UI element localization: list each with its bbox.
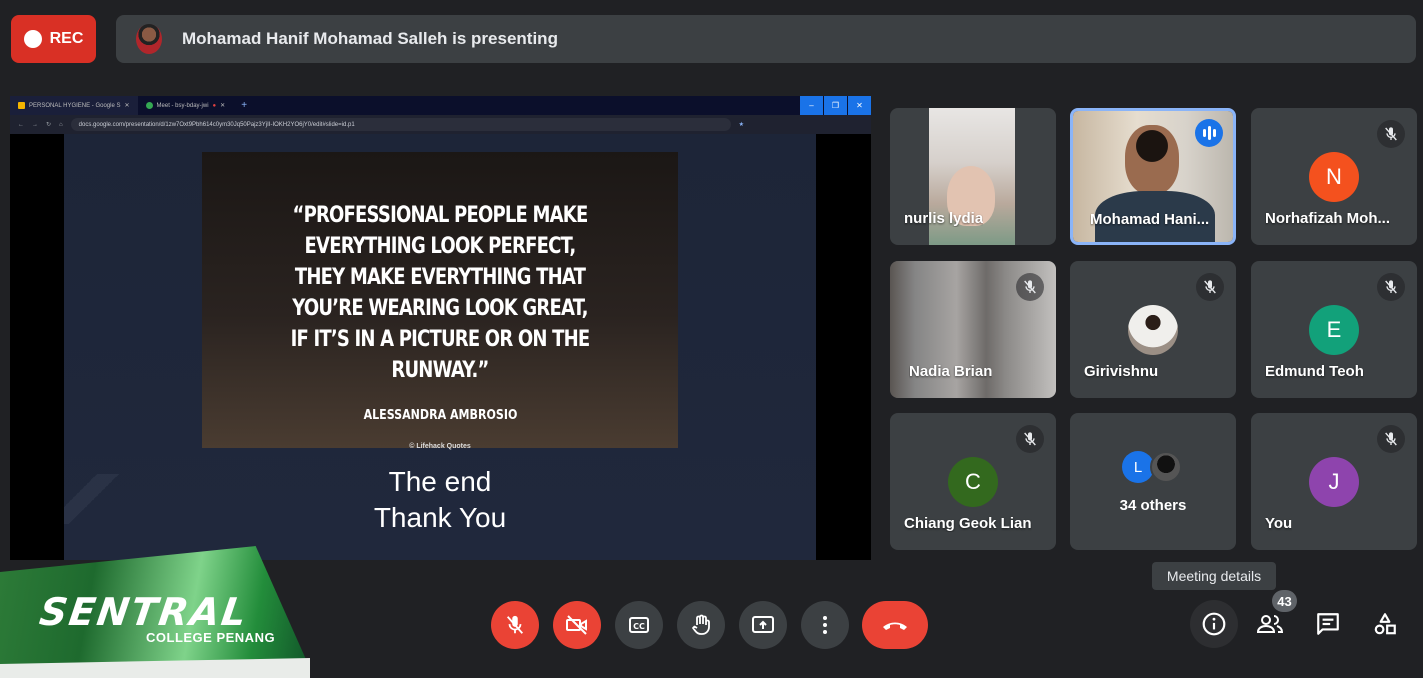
hand-icon xyxy=(692,614,710,635)
avatar: C xyxy=(948,457,998,507)
avatar: J xyxy=(1309,457,1359,507)
captions-icon: CC xyxy=(629,617,649,633)
slide-end-text: The end Thank You xyxy=(202,464,678,536)
quote-text: “PROFESSIONAL PEOPLE MAKE EVERYTHING LOO… xyxy=(290,203,591,383)
participant-name: nurlis lydia xyxy=(904,210,984,227)
info-icon xyxy=(1202,612,1226,636)
camera-toggle-button[interactable] xyxy=(553,601,601,649)
logo-sub-text: COLLEGE PENANG xyxy=(146,630,276,645)
slide-decoration xyxy=(64,474,124,524)
shared-screen[interactable]: PERSONAL HYGIENE - Google S ✕ Meet - bsy… xyxy=(10,96,871,560)
close-icon: ● xyxy=(212,102,217,109)
close-window-icon: ✕ xyxy=(847,96,871,115)
meeting-details-button[interactable] xyxy=(1190,600,1238,648)
chat-icon xyxy=(1317,613,1339,635)
present-icon xyxy=(752,616,774,633)
home-icon: ⌂ xyxy=(59,121,63,128)
raise-hand-button[interactable] xyxy=(677,601,725,649)
hang-up-icon xyxy=(883,622,907,630)
others-tile[interactable]: L 34 others xyxy=(1070,413,1236,550)
mic-off-icon xyxy=(506,615,524,634)
self-tile[interactable]: J You xyxy=(1251,413,1417,550)
mic-off-icon xyxy=(1377,120,1405,148)
star-icon: ★ xyxy=(738,122,745,128)
reload-icon: ↻ xyxy=(46,122,52,128)
activities-icon xyxy=(1374,613,1396,635)
mic-off-icon xyxy=(1196,273,1224,301)
quote-brand: © Lifehack Quotes xyxy=(409,443,471,450)
browser-tab-label: Meet - bsy-bday-jwi xyxy=(156,102,209,109)
browser-tab-strip: PERSONAL HYGIENE - Google S ✕ Meet - bsy… xyxy=(10,96,871,115)
participant-tile[interactable]: C Chiang Geok Lian xyxy=(890,413,1056,550)
more-vert-icon xyxy=(823,616,827,634)
participant-tile[interactable]: Girivishnu xyxy=(1070,261,1236,398)
browser-tab: Meet - bsy-bday-jwi ● ✕ xyxy=(138,96,234,115)
url-field: docs.google.com/presentation/d/1zw7Oxt9P… xyxy=(70,118,731,131)
avatar: E xyxy=(1309,305,1359,355)
camera-off-icon xyxy=(566,615,587,635)
close-icon: ✕ xyxy=(220,103,226,109)
others-count: 34 others xyxy=(1119,497,1187,514)
slides-icon xyxy=(18,102,25,109)
participant-name: Mohamad Hani... xyxy=(1090,211,1210,228)
leave-call-button[interactable] xyxy=(862,601,928,649)
participant-name: Chiang Geok Lian xyxy=(904,515,1032,532)
presenting-banner: Mohamad Hanif Mohamad Salleh is presenti… xyxy=(116,15,1416,63)
others-avatars: L xyxy=(1122,451,1186,483)
avatar: N xyxy=(1309,152,1359,202)
activities-button[interactable] xyxy=(1361,600,1409,648)
more-options-button[interactable] xyxy=(801,601,849,649)
mic-off-icon xyxy=(1016,425,1044,453)
forward-icon: → xyxy=(32,121,38,128)
mic-off-icon xyxy=(1377,273,1405,301)
chat-button[interactable] xyxy=(1304,600,1352,648)
restore-icon: ❐ xyxy=(823,96,847,115)
presenting-text: Mohamad Hanif Mohamad Salleh is presenti… xyxy=(182,29,558,48)
participant-tile[interactable]: Nadia Brian xyxy=(890,261,1056,398)
window-controls: – ❐ ✕ xyxy=(799,96,871,115)
participant-tile[interactable]: nurlis lydia xyxy=(890,108,1056,245)
svg-text:CC: CC xyxy=(633,622,645,631)
thank-you-line: Thank You xyxy=(373,502,507,533)
participant-tile[interactable]: E Edmund Teoh xyxy=(1251,261,1417,398)
participant-name: Edmund Teoh xyxy=(1265,363,1364,380)
new-tab-icon: + xyxy=(241,100,248,111)
participant-name: You xyxy=(1265,515,1293,532)
record-icon xyxy=(23,30,42,48)
close-icon: ✕ xyxy=(124,103,130,109)
rec-label: REC xyxy=(49,30,84,47)
participant-name: Girivishnu xyxy=(1084,363,1159,380)
back-icon: ← xyxy=(18,121,24,128)
end-line: The end xyxy=(388,466,492,497)
browser-address-bar: ← → ↻ ⌂ docs.google.com/presentation/d/1… xyxy=(10,115,871,134)
people-count-badge: 43 xyxy=(1272,590,1297,612)
browser-tab-label: PERSONAL HYGIENE - Google S xyxy=(29,102,121,109)
participant-tile[interactable]: Mohamad Hani... xyxy=(1070,108,1236,245)
college-logo: SENTRAL COLLEGE PENANG xyxy=(0,538,320,678)
avatar xyxy=(1150,451,1182,483)
meeting-details-tooltip: Meeting details xyxy=(1152,562,1276,590)
browser-tab: PERSONAL HYGIENE - Google S ✕ xyxy=(10,96,138,115)
participant-tile[interactable]: N Norhafizah Moh... xyxy=(1251,108,1417,245)
people-icon xyxy=(1256,615,1284,633)
quote-image: “PROFESSIONAL PEOPLE MAKE EVERYTHING LOO… xyxy=(202,152,678,450)
present-screen-button[interactable] xyxy=(739,601,787,649)
participant-name: Nadia Brian xyxy=(909,363,993,380)
logo-main-text: SENTRAL xyxy=(36,590,252,634)
participant-name: Norhafizah Moh... xyxy=(1265,210,1390,227)
minimize-icon: – xyxy=(799,96,823,115)
presenter-avatar xyxy=(136,24,162,54)
captions-button[interactable]: CC xyxy=(615,601,663,649)
mic-off-icon xyxy=(1377,425,1405,453)
quote-author: ALESSANDRA AMBROSIO xyxy=(363,408,517,423)
slide-canvas: “PROFESSIONAL PEOPLE MAKE EVERYTHING LOO… xyxy=(64,134,816,560)
avatar xyxy=(1128,305,1178,355)
rec-indicator[interactable]: REC xyxy=(11,15,96,63)
speaking-icon xyxy=(1195,119,1223,147)
mic-toggle-button[interactable] xyxy=(491,601,539,649)
mic-off-icon xyxy=(1016,273,1044,301)
meet-icon xyxy=(145,102,153,109)
